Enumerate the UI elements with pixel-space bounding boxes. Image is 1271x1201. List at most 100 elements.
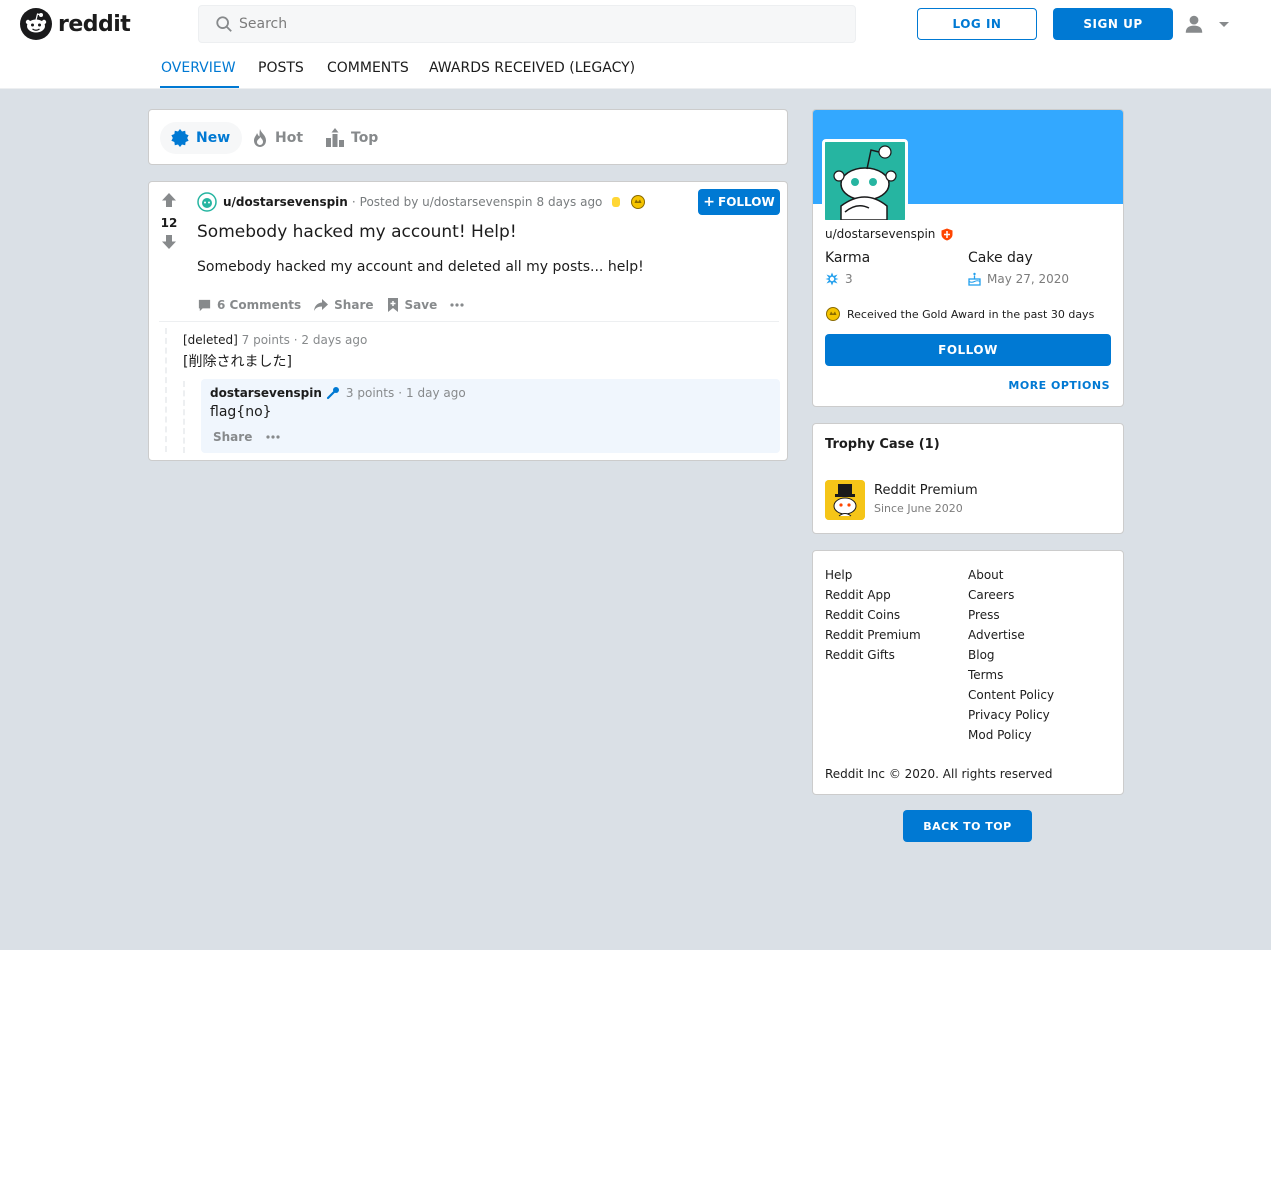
tab-comments[interactable]: COMMENTS (327, 60, 409, 88)
post-author-link[interactable]: u/dostarsevenspin (223, 195, 348, 209)
trophy-case-card: Trophy Case (1) Reddit Premium Since Jun… (812, 423, 1124, 534)
footer-link-help[interactable]: Help (825, 565, 921, 585)
sort-new-label: New (196, 130, 231, 146)
footer-link-reddit-gifts[interactable]: Reddit Gifts (825, 645, 921, 665)
comment-body: [削除されました] (183, 354, 292, 370)
search-icon (216, 16, 232, 32)
top-header: reddit LOG IN SIGN UP (0, 0, 1271, 48)
award-summary-text: Received the Gold Award in the past 30 d… (847, 307, 1095, 321)
follow-button[interactable]: FOLLOW (825, 334, 1111, 366)
separator-dot: · (351, 195, 356, 209)
sort-hot[interactable]: Hot (251, 122, 303, 154)
comments-button[interactable]: 6 Comments (197, 298, 301, 313)
posted-by-text[interactable]: Posted by u/dostarsevenspin (360, 195, 533, 209)
footer-links-card: Help Reddit App Reddit Coins Reddit Prem… (812, 550, 1124, 795)
signup-button[interactable]: SIGN UP (1053, 8, 1173, 40)
post-title[interactable]: Somebody hacked my account! Help! (197, 222, 517, 242)
tab-posts[interactable]: POSTS (258, 60, 304, 88)
footer-link-careers[interactable]: Careers (968, 585, 1054, 605)
trophy-case-title: Trophy Case (1) (825, 437, 940, 452)
tab-overview[interactable]: OVERVIEW (160, 60, 239, 88)
footer-link-privacy-policy[interactable]: Privacy Policy (968, 705, 1054, 725)
cakeday-value: May 27, 2020 (968, 272, 1069, 286)
sort-hot-label: Hot (275, 130, 304, 146)
trophy-since: Since June 2020 (874, 502, 963, 515)
sort-new[interactable]: New (160, 122, 243, 154)
footer-link-blog[interactable]: Blog (968, 645, 1054, 665)
cake-icon (968, 272, 981, 286)
karma-label: Karma (825, 250, 871, 266)
reply-points: 3 points (345, 386, 395, 400)
tab-awards-received[interactable]: AWARDS RECEIVED (LEGACY) (429, 60, 635, 88)
award-summary: Received the Gold Award in the past 30 d… (825, 306, 1094, 322)
footer-link-terms[interactable]: Terms (968, 665, 1054, 685)
post-body: Somebody hacked my account and deleted a… (197, 259, 644, 275)
save-label: Save (404, 298, 438, 312)
reply-time[interactable]: 1 day ago (406, 386, 466, 400)
search-input[interactable] (239, 16, 799, 32)
flame-icon (251, 128, 269, 148)
profile-card: u/dostarsevenspin Karma 3 Cake day May 2… (812, 109, 1124, 407)
footer-link-reddit-coins[interactable]: Reddit Coins (825, 605, 921, 625)
share-icon (314, 299, 329, 311)
karma-value: 3 (825, 272, 853, 286)
reddit-premium-trophy-icon (825, 480, 865, 520)
footer-link-reddit-app[interactable]: Reddit App (825, 585, 921, 605)
reply-author[interactable]: dostarsevenspin (210, 386, 322, 400)
new-icon (170, 128, 190, 148)
share-label: Share (334, 298, 374, 312)
profile-username-text: u/dostarsevenspin (825, 227, 936, 241)
more-options-button[interactable] (449, 302, 470, 308)
post-actions: 6 Comments Share Save (197, 294, 482, 316)
ellipsis-icon[interactable] (265, 434, 281, 440)
reply-share-button[interactable]: Share (213, 430, 252, 444)
share-button[interactable]: Share (313, 298, 374, 312)
downvote-icon[interactable] (161, 234, 177, 250)
post-time: 8 days ago (536, 195, 603, 209)
back-to-top-button[interactable]: BACK TO TOP (903, 810, 1032, 842)
user-dropdown[interactable] (1183, 12, 1233, 36)
follow-user-label: FOLLOW (718, 195, 775, 209)
shield-icon (941, 228, 953, 240)
post-meta: u/dostarsevenspin · Posted by u/dostarse… (197, 192, 646, 212)
footer-link-mod-policy[interactable]: Mod Policy (968, 725, 1054, 745)
comment-time[interactable]: 2 days ago (301, 333, 367, 347)
trophy-name[interactable]: Reddit Premium (874, 483, 978, 498)
footer-link-about[interactable]: About (968, 565, 1054, 585)
karma-icon (825, 272, 839, 286)
more-options-link[interactable]: MORE OPTIONS (1008, 379, 1110, 392)
save-button[interactable]: Save (386, 297, 438, 313)
plus-icon: + (703, 194, 716, 210)
karma-number: 3 (845, 272, 853, 286)
thread-line-nested[interactable] (183, 381, 185, 453)
op-microphone-icon (326, 387, 339, 400)
footer-link-advertise[interactable]: Advertise (968, 625, 1054, 645)
user-icon (1185, 15, 1203, 33)
profile-username: u/dostarsevenspin (825, 227, 953, 241)
caret-down-icon (1219, 22, 1229, 27)
footer-link-reddit-premium[interactable]: Reddit Premium (825, 625, 921, 645)
ellipsis-icon (450, 303, 464, 307)
separator-dot: · (293, 333, 298, 347)
sort-top[interactable]: Top (325, 122, 378, 154)
copyright-text: Reddit Inc © 2020. All rights reserved (825, 767, 1053, 781)
upvote-icon[interactable] (161, 192, 177, 208)
vote-count: 12 (160, 216, 178, 230)
post-card[interactable]: 12 u/dostarsevenspin · Posted by u/dosta… (148, 181, 788, 461)
post-divider (159, 321, 779, 322)
search-box[interactable] (198, 5, 856, 43)
comment-points: 7 points (241, 333, 290, 347)
reddit-logo[interactable]: reddit (20, 8, 131, 40)
gold-award-icon (826, 307, 840, 321)
footer-links-col-2: About Careers Press Advertise Blog Terms… (968, 565, 1054, 745)
comment-meta: [deleted] 7 points · 2 days ago (183, 333, 367, 347)
footer-link-press[interactable]: Press (968, 605, 1054, 625)
reply-comment: dostarsevenspin 3 points · 1 day ago fla… (201, 379, 780, 453)
footer-link-content-policy[interactable]: Content Policy (968, 685, 1054, 705)
profile-avatar (822, 139, 908, 223)
follow-user-button[interactable]: + FOLLOW (698, 189, 780, 215)
login-button[interactable]: LOG IN (917, 8, 1037, 40)
thread-line[interactable] (165, 328, 167, 452)
reply-actions: Share (213, 430, 281, 444)
gold-award-icon (631, 195, 646, 209)
